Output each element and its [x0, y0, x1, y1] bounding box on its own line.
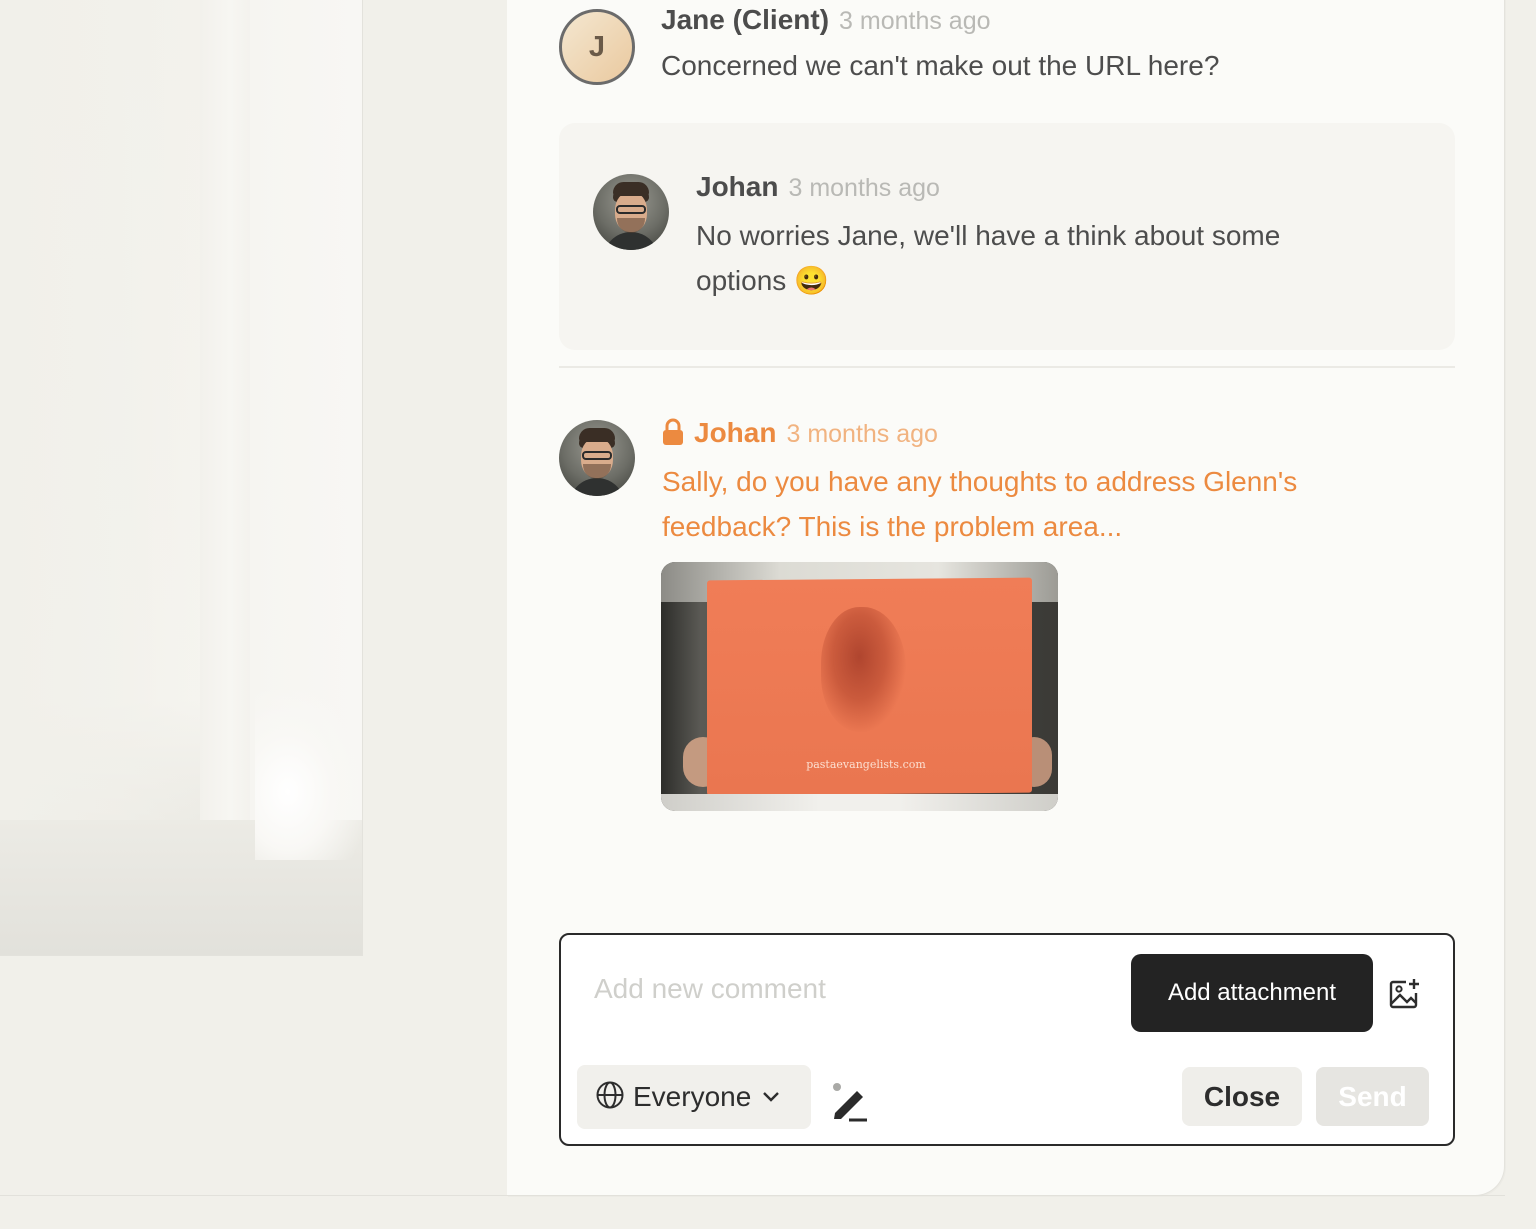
image-add-icon[interactable] — [1387, 977, 1421, 1011]
new-comment-input[interactable] — [594, 973, 1114, 1005]
avatar[interactable] — [559, 420, 635, 496]
visibility-label: Everyone — [633, 1081, 752, 1112]
avatar[interactable] — [593, 174, 669, 250]
visibility-dropdown[interactable]: Everyone — [577, 1065, 811, 1129]
comment-timestamp: 3 months ago — [788, 174, 940, 202]
comment-author: Johan — [694, 417, 777, 448]
add-attachment-button[interactable]: Add attachment — [1131, 954, 1373, 1032]
comment-item: J Jane (Client) 3 months ago Concerned w… — [559, 4, 1220, 88]
comment-author: Johan — [696, 171, 779, 202]
lock-icon — [662, 417, 684, 447]
attachment-box-text: pastaevangelists.com — [806, 758, 926, 771]
comment-text: Sally, do you have any thoughts to addre… — [662, 466, 1298, 542]
close-button[interactable]: Close — [1182, 1067, 1302, 1126]
comment-timestamp: 3 months ago — [786, 420, 938, 448]
comment-text: No worries Jane, we'll have a think abou… — [696, 220, 1281, 296]
send-button[interactable]: Send — [1316, 1067, 1429, 1126]
canvas-preview-image — [0, 0, 363, 956]
globe-icon — [595, 1080, 625, 1114]
comment-timestamp: 3 months ago — [839, 7, 991, 35]
pen-tool-icon[interactable] — [829, 1081, 871, 1123]
avatar[interactable]: J — [559, 9, 635, 85]
comment-composer: Add attachment Everyone — [559, 933, 1455, 1146]
chevron-down-icon — [761, 1088, 781, 1107]
divider — [559, 366, 1455, 368]
comment-author: Jane (Client) — [661, 4, 830, 35]
reply-item: Johan 3 months ago No worries Jane, we'l… — [593, 171, 1346, 303]
private-comment-item: Johan 3 months ago Sally, do you have an… — [559, 417, 1382, 549]
comment-text: Concerned we can't make out the URL here… — [661, 50, 1220, 81]
attachment-image[interactable]: pastaevangelists.com — [661, 562, 1058, 811]
page: J Jane (Client) 3 months ago Concerned w… — [0, 0, 1536, 1229]
